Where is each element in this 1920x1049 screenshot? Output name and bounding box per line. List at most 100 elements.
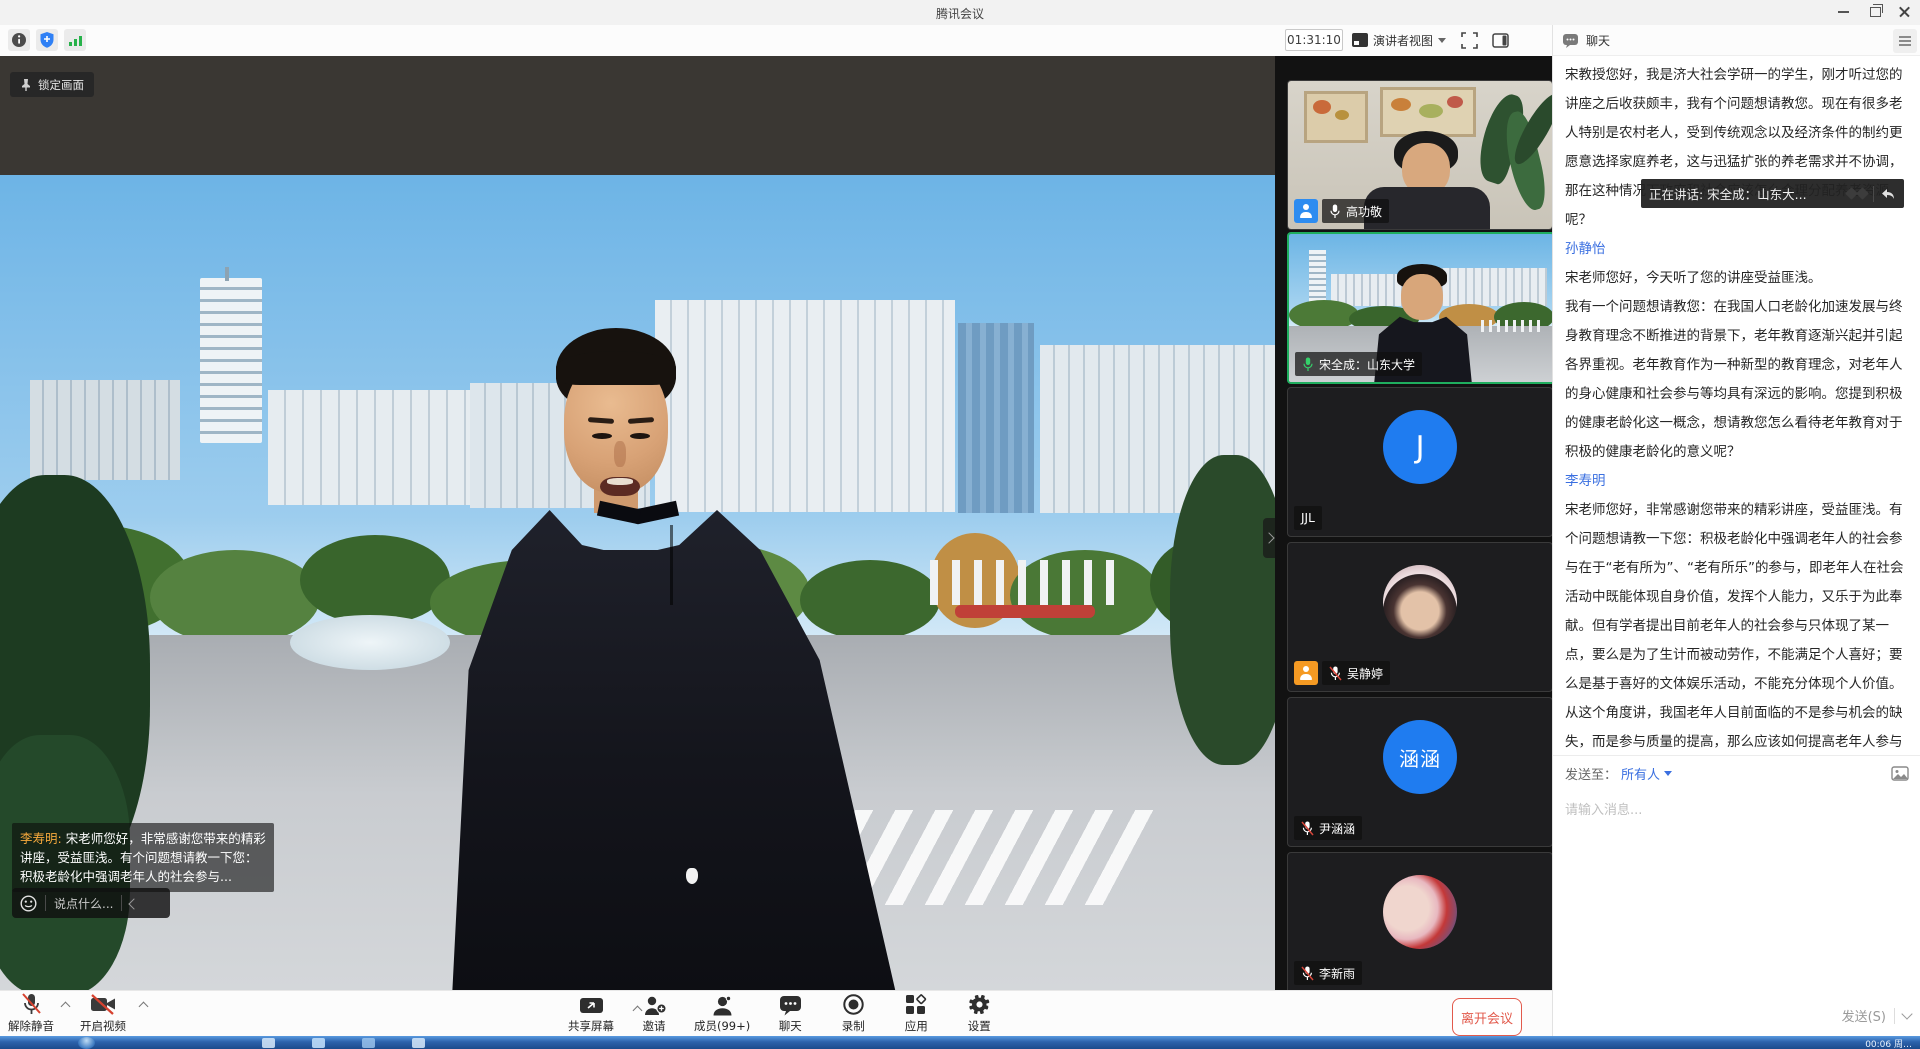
- info-icon: [11, 32, 27, 48]
- participant-tile[interactable]: 李新雨: [1287, 852, 1553, 992]
- view-mode-selector[interactable]: 演讲者视图: [1352, 29, 1446, 51]
- participant-tile[interactable]: 吴静婷: [1287, 542, 1553, 692]
- apps-icon: [905, 994, 927, 1016]
- view-mode-label: 演讲者视图: [1373, 32, 1433, 49]
- participant-name-tag: 尹涵涵: [1294, 816, 1362, 840]
- send-button[interactable]: 发送(S): [1842, 1006, 1886, 1025]
- lock-view-button[interactable]: 锁定画面: [10, 72, 94, 97]
- participant-tile-active-speaker[interactable]: 宋全成：山东大学: [1287, 232, 1555, 384]
- leave-meeting-button[interactable]: 离开会议: [1452, 998, 1522, 1036]
- chat-menu-button[interactable]: [1893, 29, 1917, 53]
- chevron-down-icon: [1664, 771, 1672, 776]
- taskbar-app-icon[interactable]: [262, 1038, 275, 1048]
- caption-sender: 李寿明:: [20, 831, 62, 846]
- wall-poster: [1380, 87, 1476, 137]
- start-orb-icon[interactable]: [78, 1037, 95, 1049]
- settings-button[interactable]: 设置: [956, 994, 1002, 1034]
- avatar: 涵涵: [1383, 720, 1457, 794]
- meeting-timer: 01:31:10: [1285, 29, 1343, 51]
- wall-poster: [1304, 91, 1368, 143]
- taskbar-app-icon[interactable]: [362, 1038, 375, 1048]
- members-button[interactable]: 成员(99+): [694, 994, 750, 1034]
- send-to-selector[interactable]: 所有人: [1621, 764, 1672, 783]
- meeting-info-button[interactable]: [8, 29, 30, 51]
- chat-message: 宋老师您好，今天听了您的讲座受益匪浅。 我有一个问题想请教您：在我国人口老龄化加…: [1565, 264, 1915, 467]
- chevron-right-icon: [1263, 532, 1274, 543]
- fullscreen-icon: [1461, 32, 1478, 49]
- minimize-button[interactable]: [1828, 0, 1858, 24]
- campus-tower: [200, 278, 262, 443]
- avatar-photo: [1383, 875, 1457, 949]
- participant-name-tag: 李新雨: [1294, 961, 1362, 985]
- meeting-toolbar-top: 01:31:10 演讲者视图: [0, 25, 1552, 57]
- invite-icon: [642, 995, 667, 1016]
- chat-header-title: 聊天: [1586, 32, 1610, 49]
- chat-sender[interactable]: 孙静怡: [1565, 235, 1915, 264]
- chat-message: 宋老师您好，非常感谢您带来的精彩讲座，受益匪浅。有个问题想请教一下您：积极老龄化…: [1565, 496, 1915, 755]
- main-video-stage: 锁定画面 李寿明: 宋老师您好，非常感谢您带来的精彩讲座，受益匪浅。有个问题想请…: [0, 56, 1275, 990]
- participant-name-tag: 宋全成：山东大学: [1295, 352, 1422, 376]
- participant-tile[interactable]: 高功敬: [1287, 80, 1553, 230]
- chat-input[interactable]: 请输入消息...: [1565, 799, 1909, 818]
- participant-name-tag: JJL: [1294, 506, 1322, 530]
- start-video-button[interactable]: 开启视频: [80, 994, 126, 1034]
- record-button[interactable]: 录制: [830, 994, 876, 1034]
- windows-taskbar[interactable]: 00:06 周…: [0, 1036, 1920, 1049]
- taskbar-app-icon[interactable]: [412, 1038, 425, 1048]
- collapse-left-icon[interactable]: [129, 898, 140, 909]
- restore-icon: [1870, 7, 1881, 17]
- live-caption: 李寿明: 宋老师您好，非常感谢您带来的精彩讲座，受益匪浅。有个问题想请教一下您：…: [12, 823, 274, 892]
- send-to-label: 发送至：: [1565, 764, 1617, 783]
- quick-chat-placeholder[interactable]: 说点什么...: [54, 895, 113, 912]
- share-screen-button[interactable]: 共享屏幕: [568, 994, 614, 1034]
- fountain: [290, 615, 450, 670]
- chat-message: 宋教授您好，我是济大社会学研一的学生，刚才听过您的讲座之后收获颇丰，我有个问题想…: [1565, 61, 1915, 235]
- video-options-chevron[interactable]: [139, 1002, 149, 1012]
- title-bar: 腾讯会议: [0, 0, 1920, 26]
- campus-building: [268, 390, 483, 505]
- fullscreen-button[interactable]: [1461, 32, 1478, 53]
- campus-glass-tower: [958, 323, 1034, 513]
- participant-name-tag: 吴静婷: [1322, 661, 1390, 685]
- send-options-chevron[interactable]: [1901, 1008, 1912, 1019]
- image-attach-icon[interactable]: [1891, 766, 1909, 781]
- unmute-button[interactable]: 解除静音: [8, 994, 54, 1034]
- participant-tile[interactable]: J JJL: [1287, 387, 1553, 537]
- chat-sender[interactable]: 李寿明: [1565, 467, 1915, 496]
- campus-building: [30, 380, 180, 480]
- chat-button[interactable]: 聊天: [767, 994, 813, 1034]
- network-button[interactable]: [64, 29, 86, 51]
- minimize-icon: [1838, 11, 1849, 13]
- pin-icon: [20, 78, 32, 92]
- chat-footer: 发送至： 所有人 请输入消息...: [1553, 755, 1920, 1036]
- signal-icon: [68, 34, 83, 47]
- speaking-toast-text: 正在讲话: 宋全成：山东大...: [1649, 184, 1807, 203]
- security-button[interactable]: [36, 29, 58, 51]
- mic-muted-icon: [1329, 666, 1342, 681]
- chevron-down-icon: [1438, 38, 1446, 43]
- restore-button[interactable]: [1860, 0, 1890, 24]
- gear-icon: [968, 993, 991, 1016]
- foreground-tree: [1170, 455, 1275, 765]
- speaking-toast: 正在讲话: 宋全成：山东大...: [1641, 179, 1904, 208]
- participant-tile[interactable]: 涵涵 尹涵涵: [1287, 697, 1553, 847]
- side-panel-toggle[interactable]: [1492, 33, 1509, 52]
- taskbar-clock: 00:06 周…: [1865, 1037, 1912, 1049]
- share-screen-icon: [579, 997, 604, 1016]
- chat-header: 聊天: [1553, 25, 1920, 56]
- chat-message-list[interactable]: 宋教授您好，我是济大社会学研一的学生，刚才听过您的讲座之后收获颇丰，我有个问题想…: [1553, 56, 1920, 755]
- taskbar-app-icon[interactable]: [312, 1038, 325, 1048]
- quick-chat-bar[interactable]: 说点什么...: [12, 888, 170, 918]
- apps-button[interactable]: 应用: [893, 994, 939, 1034]
- mic-muted-icon: [20, 992, 43, 1016]
- close-button[interactable]: [1890, 0, 1920, 24]
- avatar-photo: [1383, 565, 1457, 639]
- participant-name-tag: 高功敬: [1322, 199, 1389, 223]
- chat-panel: 聊天 宋教授您好，我是济大社会学研一的学生，刚才听过您的讲座之后收获颇丰，我有个…: [1552, 25, 1920, 1036]
- mic-muted-icon: [1301, 966, 1314, 981]
- panel-collapse-handle[interactable]: [1263, 518, 1275, 558]
- reply-arrow-icon[interactable]: [1880, 187, 1896, 201]
- shirt-logo: [686, 868, 698, 884]
- members-icon: [711, 995, 734, 1016]
- role-badge: [1294, 199, 1318, 223]
